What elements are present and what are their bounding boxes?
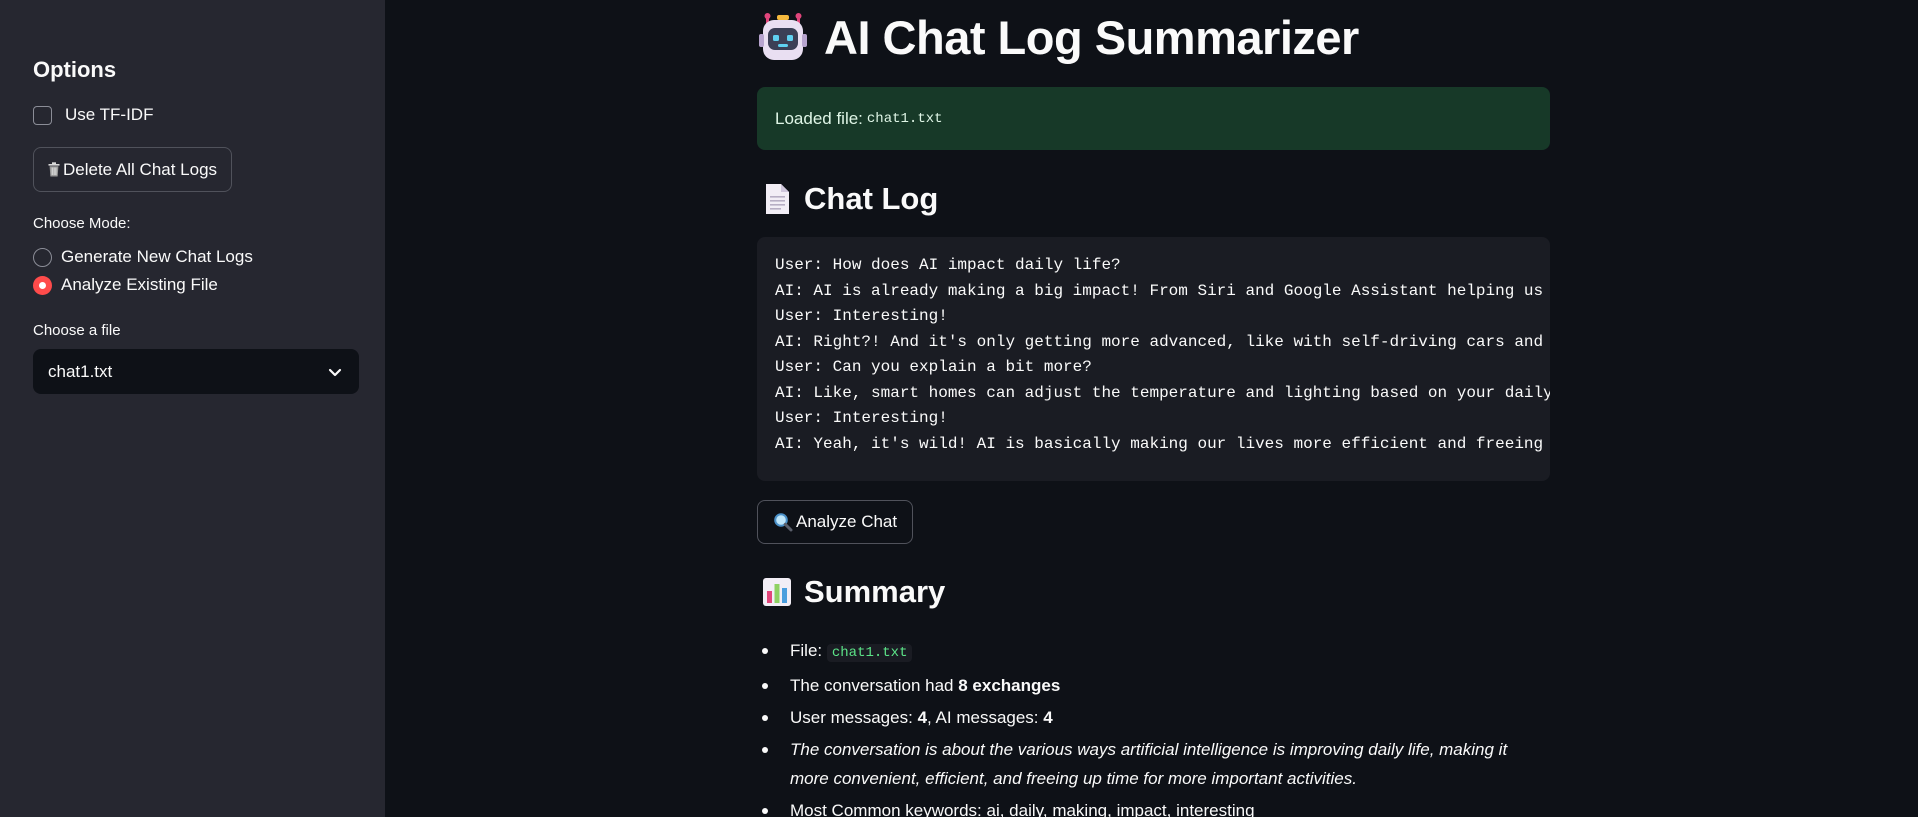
file-prefix: File: — [790, 641, 823, 660]
file-select[interactable]: chat1.txt — [33, 349, 359, 394]
title-row: AI Chat Log Summarizer — [757, 10, 1359, 65]
chat-line: User: Interesting! — [775, 307, 948, 325]
radio-label: Analyze Existing File — [61, 275, 218, 294]
summary-topic-item: The conversation is about the various wa… — [757, 735, 1550, 793]
file-select-label: Choose a file — [33, 322, 121, 339]
radio-analyze-existing[interactable]: Analyze Existing File — [33, 275, 218, 295]
app-title: AI Chat Log Summarizer — [824, 11, 1359, 64]
exchanges-prefix: The conversation had — [790, 676, 954, 695]
summary-exchanges-item: The conversation had 8 exchanges — [757, 671, 1550, 700]
trash-icon — [48, 162, 60, 177]
tfidf-label: Use TF-IDF — [65, 105, 154, 124]
chat-log-heading: Chat Log — [804, 181, 939, 216]
exchanges-value: 8 exchanges — [958, 676, 1061, 695]
magnifier-icon — [774, 513, 793, 532]
summary-heading: Summary — [804, 574, 946, 609]
bar-chart-icon — [763, 578, 791, 606]
radio-label: Generate New Chat Logs — [61, 247, 253, 266]
radio-button-selected[interactable] — [33, 275, 52, 295]
chat-line: AI: Right?! And it's only getting more a… — [775, 332, 1550, 351]
sidebar-heading: Options — [33, 57, 117, 82]
mode-label: Choose Mode: — [33, 215, 131, 232]
alert-prefix: Loaded file: — [775, 108, 863, 128]
tfidf-checkbox-row[interactable]: Use TF-IDF — [33, 105, 153, 125]
user-count: 4 — [917, 708, 928, 727]
ai-count: 4 — [1043, 708, 1053, 727]
main-content: AI Chat Log Summarizer Loaded file: chat… — [757, 0, 1550, 817]
file-select-value: chat1.txt — [48, 361, 113, 381]
chat-line: AI: Yeah, it's wild! AI is basically mak… — [775, 434, 1550, 453]
summary-file-item: File: chat1.txt — [757, 636, 1550, 668]
summary-keywords-item: Most Common keywords: ai, daily, making,… — [757, 796, 1550, 817]
keywords-text: Most Common keywords: ai, daily, making,… — [790, 801, 1255, 817]
summary-heading-row: Summary — [762, 574, 945, 610]
analyze-button-label: Analyze Chat — [796, 512, 898, 531]
topic-text: The conversation is about the various wa… — [790, 740, 1508, 788]
tfidf-checkbox[interactable] — [33, 105, 52, 125]
robot-icon — [759, 12, 807, 60]
chat-line: AI: AI is already making a big impact! F… — [775, 281, 1550, 300]
ai-prefix: , AI messages: — [927, 708, 1039, 727]
chat-log-heading-row: Chat Log — [762, 181, 938, 217]
file-name-code: chat1.txt — [826, 644, 913, 662]
chevron-down-icon — [328, 368, 342, 376]
document-icon — [766, 184, 789, 214]
alert-file-name: chat1.txt — [866, 110, 943, 127]
radio-button[interactable] — [33, 247, 52, 267]
radio-generate-new[interactable]: Generate New Chat Logs — [33, 247, 253, 267]
summary-messages-item: User messages: 4, AI messages: 4 — [757, 703, 1550, 732]
chat-line: User: Interesting! — [775, 409, 948, 427]
user-prefix: User messages: — [790, 708, 913, 727]
delete-all-chat-logs-button[interactable]: Delete All Chat Logs — [33, 147, 233, 192]
loaded-file-alert: Loaded file: chat1.txt — [757, 87, 1550, 150]
delete-button-label: Delete All Chat Logs — [63, 159, 218, 179]
analyze-chat-button[interactable]: Analyze Chat — [757, 500, 914, 544]
chat-log-code-block: User: How does AI impact daily life? AI:… — [757, 237, 1550, 481]
chat-line: AI: Like, smart homes can adjust the tem… — [775, 383, 1550, 402]
sidebar: Options Use TF-IDF Delete All Chat Logs … — [0, 0, 385, 817]
summary-list: File: chat1.txt The conversation had 8 e… — [757, 636, 1550, 817]
chat-line: User: Can you explain a bit more? — [775, 358, 1092, 376]
chat-line: User: How does AI impact daily life? — [775, 256, 1121, 274]
